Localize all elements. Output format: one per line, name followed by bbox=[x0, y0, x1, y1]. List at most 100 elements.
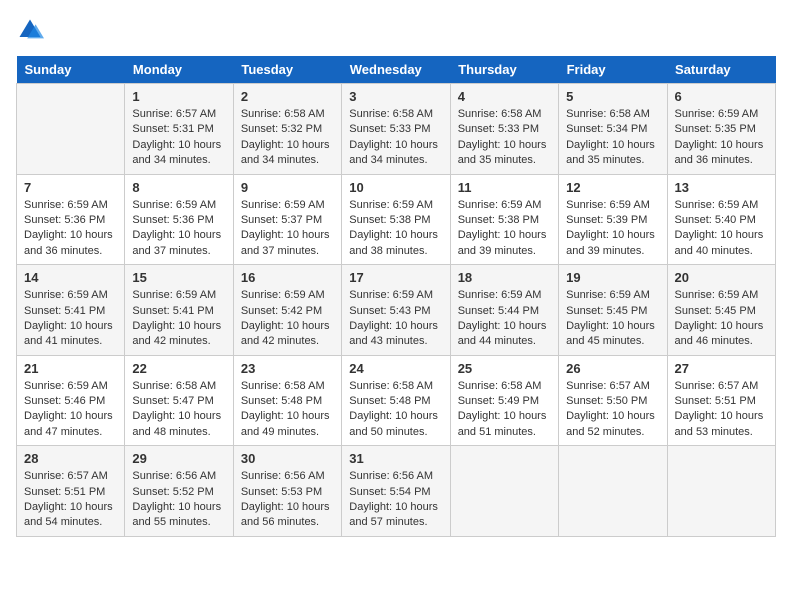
day-cell: 3 Sunrise: 6:58 AMSunset: 5:33 PMDayligh… bbox=[342, 84, 450, 175]
day-info: Sunrise: 6:58 AMSunset: 5:48 PMDaylight:… bbox=[349, 379, 442, 441]
day-number: 29 bbox=[132, 451, 225, 466]
day-number: 24 bbox=[349, 361, 442, 376]
week-row: 21 Sunrise: 6:59 AMSunset: 5:46 PMDaylig… bbox=[17, 355, 776, 446]
day-cell: 7 Sunrise: 6:59 AMSunset: 5:36 PMDayligh… bbox=[17, 174, 125, 265]
day-cell: 30 Sunrise: 6:56 AMSunset: 5:53 PMDaylig… bbox=[233, 446, 341, 537]
day-number: 27 bbox=[675, 361, 768, 376]
day-info: Sunrise: 6:58 AMSunset: 5:47 PMDaylight:… bbox=[132, 379, 225, 441]
day-info: Sunrise: 6:59 AMSunset: 5:44 PMDaylight:… bbox=[458, 288, 551, 350]
day-number: 15 bbox=[132, 270, 225, 285]
day-number: 26 bbox=[566, 361, 659, 376]
day-cell: 31 Sunrise: 6:56 AMSunset: 5:54 PMDaylig… bbox=[342, 446, 450, 537]
day-number: 7 bbox=[24, 180, 117, 195]
day-cell: 28 Sunrise: 6:57 AMSunset: 5:51 PMDaylig… bbox=[17, 446, 125, 537]
day-info: Sunrise: 6:58 AMSunset: 5:34 PMDaylight:… bbox=[566, 107, 659, 169]
day-number: 3 bbox=[349, 89, 442, 104]
header-day: Thursday bbox=[450, 56, 558, 84]
day-info: Sunrise: 6:59 AMSunset: 5:41 PMDaylight:… bbox=[132, 288, 225, 350]
day-cell: 24 Sunrise: 6:58 AMSunset: 5:48 PMDaylig… bbox=[342, 355, 450, 446]
week-row: 14 Sunrise: 6:59 AMSunset: 5:41 PMDaylig… bbox=[17, 265, 776, 356]
day-number: 2 bbox=[241, 89, 334, 104]
day-cell: 8 Sunrise: 6:59 AMSunset: 5:36 PMDayligh… bbox=[125, 174, 233, 265]
day-info: Sunrise: 6:59 AMSunset: 5:42 PMDaylight:… bbox=[241, 288, 334, 350]
day-cell: 29 Sunrise: 6:56 AMSunset: 5:52 PMDaylig… bbox=[125, 446, 233, 537]
day-cell: 4 Sunrise: 6:58 AMSunset: 5:33 PMDayligh… bbox=[450, 84, 558, 175]
day-info: Sunrise: 6:58 AMSunset: 5:33 PMDaylight:… bbox=[349, 107, 442, 169]
day-number: 19 bbox=[566, 270, 659, 285]
week-row: 1 Sunrise: 6:57 AMSunset: 5:31 PMDayligh… bbox=[17, 84, 776, 175]
day-cell: 11 Sunrise: 6:59 AMSunset: 5:38 PMDaylig… bbox=[450, 174, 558, 265]
day-info: Sunrise: 6:56 AMSunset: 5:54 PMDaylight:… bbox=[349, 469, 442, 531]
day-number: 6 bbox=[675, 89, 768, 104]
day-info: Sunrise: 6:58 AMSunset: 5:32 PMDaylight:… bbox=[241, 107, 334, 169]
day-number: 14 bbox=[24, 270, 117, 285]
day-number: 4 bbox=[458, 89, 551, 104]
day-cell: 27 Sunrise: 6:57 AMSunset: 5:51 PMDaylig… bbox=[667, 355, 775, 446]
day-info: Sunrise: 6:59 AMSunset: 5:35 PMDaylight:… bbox=[675, 107, 768, 169]
day-info: Sunrise: 6:59 AMSunset: 5:38 PMDaylight:… bbox=[458, 198, 551, 260]
day-cell: 10 Sunrise: 6:59 AMSunset: 5:38 PMDaylig… bbox=[342, 174, 450, 265]
day-cell bbox=[559, 446, 667, 537]
header-day: Sunday bbox=[17, 56, 125, 84]
day-number: 11 bbox=[458, 180, 551, 195]
day-cell: 9 Sunrise: 6:59 AMSunset: 5:37 PMDayligh… bbox=[233, 174, 341, 265]
day-info: Sunrise: 6:56 AMSunset: 5:53 PMDaylight:… bbox=[241, 469, 334, 531]
week-row: 28 Sunrise: 6:57 AMSunset: 5:51 PMDaylig… bbox=[17, 446, 776, 537]
day-info: Sunrise: 6:59 AMSunset: 5:38 PMDaylight:… bbox=[349, 198, 442, 260]
day-number: 25 bbox=[458, 361, 551, 376]
day-cell: 6 Sunrise: 6:59 AMSunset: 5:35 PMDayligh… bbox=[667, 84, 775, 175]
logo-icon bbox=[16, 16, 44, 44]
day-info: Sunrise: 6:59 AMSunset: 5:39 PMDaylight:… bbox=[566, 198, 659, 260]
day-info: Sunrise: 6:59 AMSunset: 5:36 PMDaylight:… bbox=[24, 198, 117, 260]
day-info: Sunrise: 6:56 AMSunset: 5:52 PMDaylight:… bbox=[132, 469, 225, 531]
day-info: Sunrise: 6:58 AMSunset: 5:49 PMDaylight:… bbox=[458, 379, 551, 441]
logo bbox=[16, 16, 48, 44]
day-info: Sunrise: 6:58 AMSunset: 5:48 PMDaylight:… bbox=[241, 379, 334, 441]
day-info: Sunrise: 6:59 AMSunset: 5:46 PMDaylight:… bbox=[24, 379, 117, 441]
page-header bbox=[16, 16, 776, 44]
day-cell: 18 Sunrise: 6:59 AMSunset: 5:44 PMDaylig… bbox=[450, 265, 558, 356]
day-number: 13 bbox=[675, 180, 768, 195]
day-info: Sunrise: 6:59 AMSunset: 5:36 PMDaylight:… bbox=[132, 198, 225, 260]
day-cell: 1 Sunrise: 6:57 AMSunset: 5:31 PMDayligh… bbox=[125, 84, 233, 175]
day-number: 17 bbox=[349, 270, 442, 285]
day-cell: 17 Sunrise: 6:59 AMSunset: 5:43 PMDaylig… bbox=[342, 265, 450, 356]
header-day: Monday bbox=[125, 56, 233, 84]
day-info: Sunrise: 6:59 AMSunset: 5:45 PMDaylight:… bbox=[566, 288, 659, 350]
day-info: Sunrise: 6:57 AMSunset: 5:51 PMDaylight:… bbox=[24, 469, 117, 531]
day-info: Sunrise: 6:57 AMSunset: 5:31 PMDaylight:… bbox=[132, 107, 225, 169]
day-cell: 21 Sunrise: 6:59 AMSunset: 5:46 PMDaylig… bbox=[17, 355, 125, 446]
day-info: Sunrise: 6:59 AMSunset: 5:41 PMDaylight:… bbox=[24, 288, 117, 350]
header-day: Tuesday bbox=[233, 56, 341, 84]
day-info: Sunrise: 6:58 AMSunset: 5:33 PMDaylight:… bbox=[458, 107, 551, 169]
header-day: Wednesday bbox=[342, 56, 450, 84]
day-info: Sunrise: 6:57 AMSunset: 5:50 PMDaylight:… bbox=[566, 379, 659, 441]
day-number: 28 bbox=[24, 451, 117, 466]
day-cell: 20 Sunrise: 6:59 AMSunset: 5:45 PMDaylig… bbox=[667, 265, 775, 356]
day-cell: 16 Sunrise: 6:59 AMSunset: 5:42 PMDaylig… bbox=[233, 265, 341, 356]
week-row: 7 Sunrise: 6:59 AMSunset: 5:36 PMDayligh… bbox=[17, 174, 776, 265]
day-number: 23 bbox=[241, 361, 334, 376]
header-row: SundayMondayTuesdayWednesdayThursdayFrid… bbox=[17, 56, 776, 84]
day-number: 22 bbox=[132, 361, 225, 376]
day-number: 30 bbox=[241, 451, 334, 466]
day-number: 8 bbox=[132, 180, 225, 195]
header-day: Friday bbox=[559, 56, 667, 84]
day-cell: 23 Sunrise: 6:58 AMSunset: 5:48 PMDaylig… bbox=[233, 355, 341, 446]
day-cell: 15 Sunrise: 6:59 AMSunset: 5:41 PMDaylig… bbox=[125, 265, 233, 356]
day-number: 1 bbox=[132, 89, 225, 104]
day-cell bbox=[667, 446, 775, 537]
day-info: Sunrise: 6:59 AMSunset: 5:45 PMDaylight:… bbox=[675, 288, 768, 350]
day-info: Sunrise: 6:59 AMSunset: 5:40 PMDaylight:… bbox=[675, 198, 768, 260]
day-cell: 5 Sunrise: 6:58 AMSunset: 5:34 PMDayligh… bbox=[559, 84, 667, 175]
day-cell bbox=[17, 84, 125, 175]
day-number: 10 bbox=[349, 180, 442, 195]
day-number: 9 bbox=[241, 180, 334, 195]
day-cell: 13 Sunrise: 6:59 AMSunset: 5:40 PMDaylig… bbox=[667, 174, 775, 265]
day-number: 18 bbox=[458, 270, 551, 285]
day-cell: 19 Sunrise: 6:59 AMSunset: 5:45 PMDaylig… bbox=[559, 265, 667, 356]
day-number: 12 bbox=[566, 180, 659, 195]
day-cell: 22 Sunrise: 6:58 AMSunset: 5:47 PMDaylig… bbox=[125, 355, 233, 446]
day-info: Sunrise: 6:59 AMSunset: 5:37 PMDaylight:… bbox=[241, 198, 334, 260]
calendar-table: SundayMondayTuesdayWednesdayThursdayFrid… bbox=[16, 56, 776, 537]
